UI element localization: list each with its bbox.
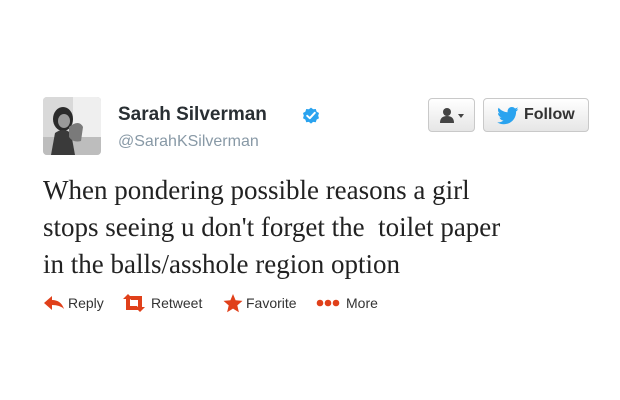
- tweet-text: When pondering possible reasons a girl s…: [43, 172, 603, 283]
- reply-label: Reply: [68, 295, 104, 311]
- more-label: More: [346, 295, 378, 311]
- tweet-text-line: When pondering possible reasons a girl: [43, 175, 470, 205]
- display-name[interactable]: Sarah Silverman: [118, 104, 267, 126]
- star-icon: [223, 294, 243, 313]
- reply-arrow-icon: [44, 296, 64, 310]
- user-actions-button[interactable]: [428, 98, 475, 132]
- retweet-button[interactable]: Retweet: [121, 292, 213, 314]
- person-dropdown-icon: [440, 108, 464, 123]
- more-button[interactable]: More: [316, 292, 386, 314]
- twitter-bird-icon: [497, 107, 519, 125]
- tweet-text-line: stops seeing u don't forget the toilet p…: [43, 212, 501, 242]
- favorite-button[interactable]: Favorite: [223, 292, 307, 314]
- favorite-label: Favorite: [246, 295, 297, 311]
- follow-button[interactable]: Follow: [483, 98, 589, 132]
- verified-badge-icon: [303, 107, 319, 124]
- avatar-photo: [43, 97, 101, 155]
- tweet-text-line: in the balls/asshole region option: [43, 249, 400, 279]
- tweet-card: Sarah Silverman @SarahKSilverman Follow …: [0, 0, 620, 400]
- user-handle[interactable]: @SarahKSilverman: [118, 133, 259, 151]
- avatar[interactable]: [43, 97, 101, 155]
- retweet-label: Retweet: [151, 295, 203, 311]
- reply-button[interactable]: Reply: [43, 292, 109, 314]
- more-dots-icon: [316, 299, 340, 307]
- follow-label: Follow: [524, 106, 575, 123]
- retweet-icon: [123, 294, 145, 312]
